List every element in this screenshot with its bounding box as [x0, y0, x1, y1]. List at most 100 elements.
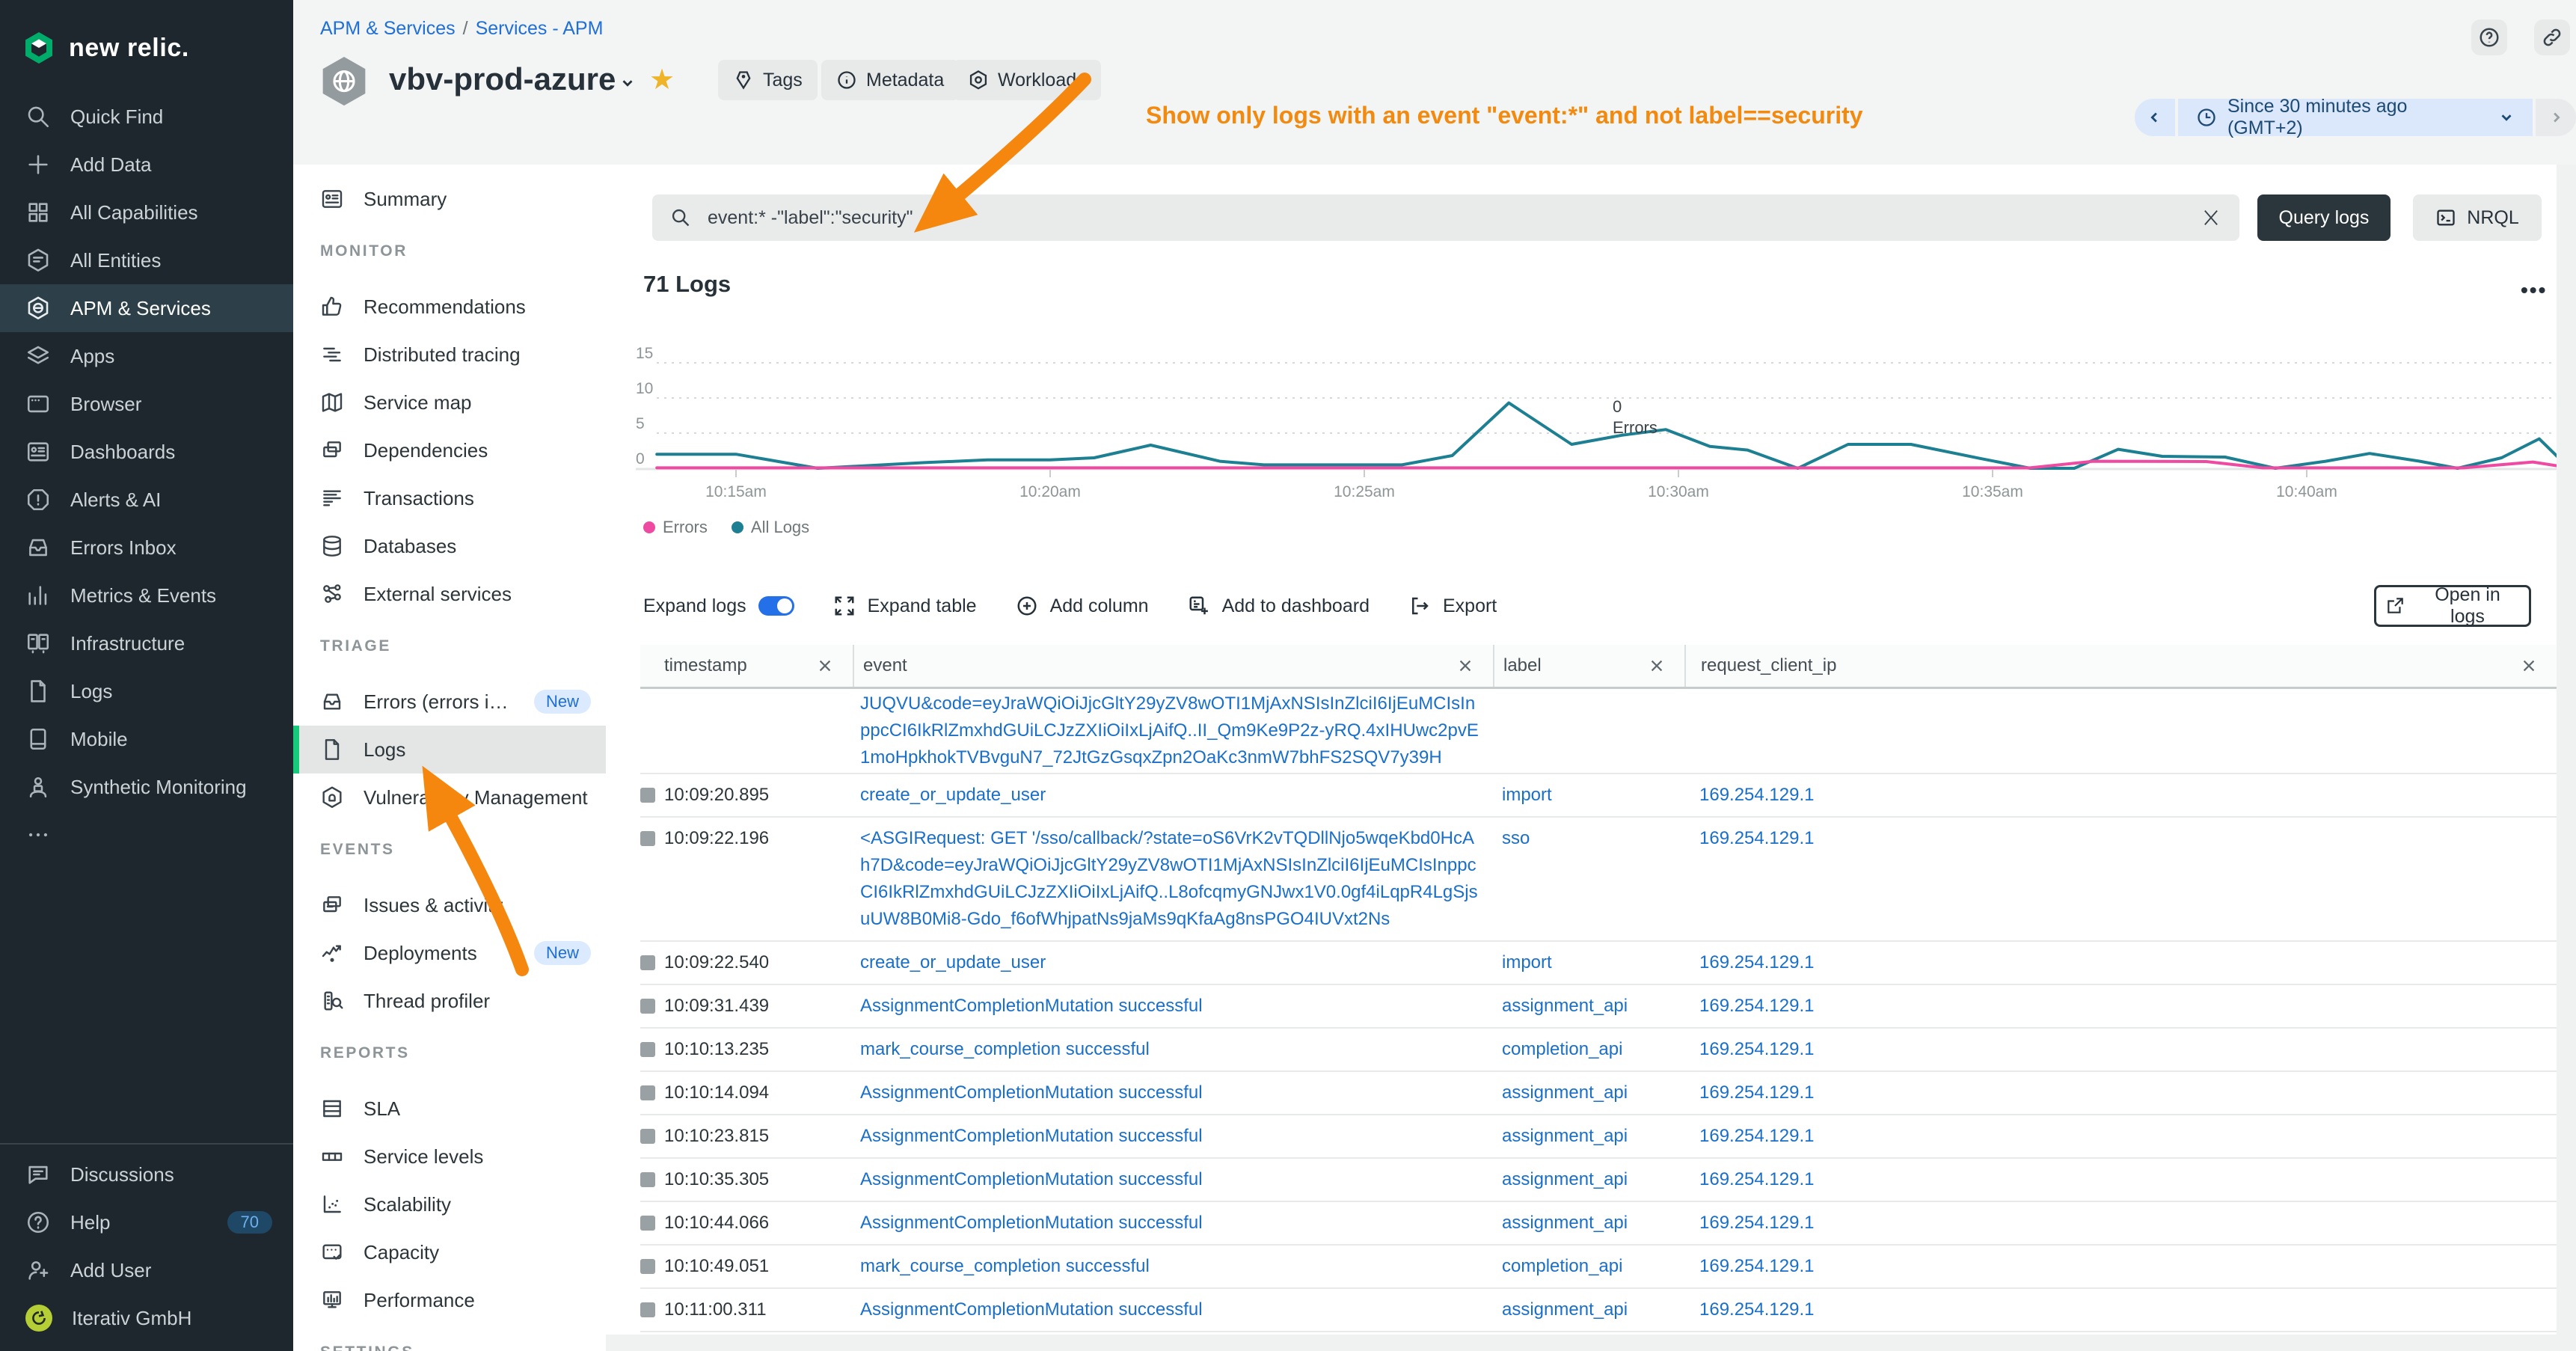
logs-timeseries-chart[interactable]: 05101510:15am10:20am10:25am10:30am10:35a…	[636, 337, 2566, 519]
scrollbar-gutter[interactable]	[2557, 165, 2576, 1351]
log-table-row[interactable]: 10:09:20.895create_or_update_userimport1…	[640, 774, 2557, 818]
log-event-link[interactable]: <ASGIRequest: GET '/sso/callback/?state=…	[853, 818, 1493, 940]
newrelic-logo[interactable]: new relic.	[0, 0, 293, 78]
sidebar-item-dashboards[interactable]: Dashboards	[0, 428, 293, 476]
remove-column-icon[interactable]	[817, 658, 833, 674]
log-table-row[interactable]: 10:11:00.311AssignmentCompletionMutation…	[640, 1289, 2557, 1332]
subnav-item-scalability[interactable]: Scalability	[293, 1180, 606, 1228]
log-event-link[interactable]: mark_course_completion successful	[853, 1029, 1493, 1070]
log-table-row[interactable]: 10:09:22.196<ASGIRequest: GET '/sso/call…	[640, 818, 2557, 942]
log-event-link[interactable]: AssignmentCompletionMutation successful	[853, 985, 1493, 1027]
log-table-row[interactable]: 10:10:49.051mark_course_completion succe…	[640, 1246, 2557, 1289]
sidebar-item-add-data[interactable]: Add Data	[0, 141, 293, 189]
sidebar-item-all-capabilities[interactable]: All Capabilities	[0, 189, 293, 236]
log-label-link[interactable]: assignment_api	[1493, 1289, 1684, 1331]
favorite-star-icon[interactable]: ★	[649, 63, 675, 96]
help-button[interactable]	[2471, 19, 2507, 55]
subnav-item-service-levels[interactable]: Service levels	[293, 1133, 606, 1180]
log-table-row[interactable]: 10:09:22.540create_or_update_userimport1…	[640, 942, 2557, 985]
sidebar-item-apps[interactable]: Apps	[0, 332, 293, 380]
time-prev-button[interactable]	[2135, 99, 2175, 136]
sidebar-item-all-entities[interactable]: All Entities	[0, 236, 293, 284]
chart-menu-ellipsis[interactable]: •••	[2521, 278, 2547, 302]
add-column-button[interactable]: Add column	[1016, 595, 1149, 617]
workloads-button[interactable]: Workloads	[953, 60, 1101, 100]
sidebar-item-add-user[interactable]: Add User	[0, 1246, 293, 1294]
log-event-link[interactable]: AssignmentCompletionMutation successful	[853, 1289, 1493, 1331]
log-request-ip-link[interactable]: 169.254.129.1	[1684, 1159, 2557, 1201]
log-event-link[interactable]: AssignmentCompletionMutation successful	[853, 1115, 1493, 1157]
toggle-on-icon[interactable]	[758, 596, 794, 616]
subnav-item-distributed-tracing[interactable]: Distributed tracing	[293, 331, 606, 379]
remove-column-icon[interactable]	[2521, 658, 2537, 674]
sidebar-item-quick-find[interactable]: Quick Find	[0, 93, 293, 141]
subnav-item-thread-profiler[interactable]: Thread profiler	[293, 977, 606, 1025]
subnav-item-vulnerability-management[interactable]: Vulnerability Management	[293, 773, 606, 821]
subnav-item-sla[interactable]: SLA	[293, 1085, 606, 1133]
log-event-link[interactable]: JUQVU&code=eyJraWQiOiJjcGltY29yZV8wOTI1M…	[853, 689, 1493, 774]
log-request-ip-link[interactable]	[1684, 689, 2557, 774]
log-label-link[interactable]: sso	[1493, 818, 1684, 940]
log-request-ip-link[interactable]: 169.254.129.1	[1684, 1246, 2557, 1287]
subnav-item-dependencies[interactable]: Dependencies	[293, 426, 606, 474]
sidebar-item-alerts-ai[interactable]: Alerts & AI	[0, 476, 293, 524]
log-request-ip-link[interactable]: 169.254.129.1	[1684, 774, 2557, 816]
log-table-row[interactable]: JUQVU&code=eyJraWQiOiJjcGltY29yZV8wOTI1M…	[640, 689, 2557, 774]
open-in-logs-button[interactable]: Open in logs	[2374, 585, 2531, 627]
log-request-ip-link[interactable]: 169.254.129.1	[1684, 985, 2557, 1027]
clear-query-icon[interactable]	[2201, 207, 2221, 228]
subnav-item-databases[interactable]: Databases	[293, 522, 606, 570]
sidebar-item-mobile[interactable]: Mobile	[0, 715, 293, 763]
log-table-row[interactable]: 10:09:31.439AssignmentCompletionMutation…	[640, 985, 2557, 1029]
sidebar-item-errors-inbox[interactable]: Errors Inbox	[0, 524, 293, 572]
subnav-item-errors-errors-inb[interactable]: Errors (errors inb...New	[293, 678, 606, 726]
log-event-link[interactable]: create_or_update_user	[853, 942, 1493, 984]
log-event-link[interactable]: mark_course_completion successful	[853, 1246, 1493, 1287]
log-label-link[interactable]: import	[1493, 942, 1684, 984]
log-label-link[interactable]: assignment_api	[1493, 1072, 1684, 1114]
expand-table-button[interactable]: Expand table	[833, 595, 977, 617]
log-request-ip-link[interactable]: 169.254.129.1	[1684, 1202, 2557, 1244]
breadcrumb-services-apm[interactable]: Services - APM	[476, 18, 604, 39]
permalink-button[interactable]	[2534, 19, 2570, 55]
sidebar-item-browser[interactable]: Browser	[0, 380, 293, 428]
log-event-link[interactable]: AssignmentCompletionMutation successful	[853, 1159, 1493, 1201]
nrql-button[interactable]: NRQL	[2413, 194, 2542, 241]
subnav-item-logs[interactable]: Logs	[293, 726, 606, 773]
log-request-ip-link[interactable]: 169.254.129.1	[1684, 942, 2557, 984]
expand-logs-toggle[interactable]: Expand logs	[643, 595, 794, 617]
subnav-item-capacity[interactable]: Capacity	[293, 1228, 606, 1276]
log-table-row[interactable]: 10:10:13.235mark_course_completion succe…	[640, 1029, 2557, 1072]
sidebar-item-synthetic-monitoring[interactable]: Synthetic Monitoring	[0, 763, 293, 811]
log-request-ip-link[interactable]: 169.254.129.1	[1684, 1072, 2557, 1114]
log-event-link[interactable]: AssignmentCompletionMutation successful	[853, 1202, 1493, 1244]
subnav-item-deployments[interactable]: DeploymentsNew	[293, 929, 606, 977]
entity-switcher-chevron-icon[interactable]	[619, 75, 636, 91]
log-table-row[interactable]: 10:10:44.066AssignmentCompletionMutation…	[640, 1202, 2557, 1246]
time-range-button[interactable]: Since 30 minutes ago (GMT+2)	[2178, 99, 2533, 136]
log-label-link[interactable]	[1493, 689, 1684, 774]
query-logs-button[interactable]: Query logs	[2257, 194, 2391, 241]
log-table-row[interactable]: 10:10:23.815AssignmentCompletionMutation…	[640, 1115, 2557, 1159]
subnav-item-summary[interactable]: Summary	[293, 175, 606, 223]
subnav-item-issues-activity[interactable]: Issues & activity	[293, 881, 606, 929]
sidebar-item-help[interactable]: Help70	[0, 1198, 293, 1246]
log-table-row[interactable]: 10:10:14.094AssignmentCompletionMutation…	[640, 1072, 2557, 1115]
legend-errors[interactable]: Errors	[643, 518, 708, 537]
log-label-link[interactable]: assignment_api	[1493, 1159, 1684, 1201]
log-label-link[interactable]: completion_api	[1493, 1246, 1684, 1287]
log-table-row[interactable]: 10:10:35.305AssignmentCompletionMutation…	[640, 1159, 2557, 1202]
log-label-link[interactable]: completion_api	[1493, 1029, 1684, 1070]
breadcrumb-apm-services[interactable]: APM & Services	[320, 18, 456, 39]
sidebar-item-metrics-events[interactable]: Metrics & Events	[0, 572, 293, 619]
remove-column-icon[interactable]	[1649, 658, 1665, 674]
sidebar-item-discussions[interactable]: Discussions	[0, 1151, 293, 1198]
sidebar-item-iterativ-gmbh[interactable]: Iterativ GmbH	[0, 1294, 293, 1342]
export-button[interactable]: Export	[1408, 595, 1497, 617]
legend-all-logs[interactable]: All Logs	[732, 518, 809, 537]
log-label-link[interactable]: assignment_api	[1493, 1202, 1684, 1244]
subnav-item-performance[interactable]: Performance	[293, 1276, 606, 1324]
subnav-item-transactions[interactable]: Transactions	[293, 474, 606, 522]
log-request-ip-link[interactable]: 169.254.129.1	[1684, 1115, 2557, 1157]
metadata-button[interactable]: Metadata	[821, 60, 959, 100]
